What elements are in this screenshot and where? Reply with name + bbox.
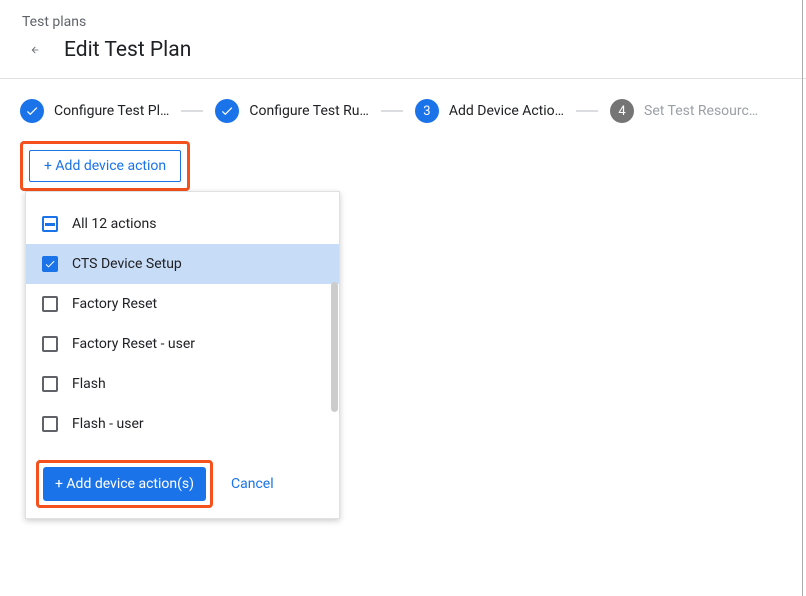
- list-header-all-actions[interactable]: All 12 actions: [26, 204, 339, 244]
- content-area: + Add device action All 12 actions CTS D…: [0, 141, 806, 191]
- step-number-icon: 3: [415, 99, 439, 123]
- checkbox-icon[interactable]: [42, 416, 58, 432]
- list-item-label: Factory Reset - user: [72, 336, 195, 352]
- checkbox-icon[interactable]: [42, 296, 58, 312]
- step-number-icon: 4: [610, 99, 634, 123]
- step-add-device-action[interactable]: 3 Add Device Actio…: [415, 99, 564, 123]
- step-label: Configure Test Pl…: [54, 103, 169, 119]
- step-connector: [181, 110, 203, 112]
- popup-actions: + Add device action(s) Cancel: [26, 450, 339, 518]
- check-icon: [20, 99, 44, 123]
- list-item-label: CTS Device Setup: [72, 256, 182, 272]
- step-configure-test-plan[interactable]: Configure Test Pl…: [20, 99, 169, 123]
- list-item-flash-user[interactable]: Flash - user: [26, 404, 339, 444]
- step-connector: [576, 110, 598, 112]
- page-title: Edit Test Plan: [64, 38, 191, 62]
- step-label: Set Test Resourc…: [644, 103, 758, 119]
- list-item-cts-device-setup[interactable]: CTS Device Setup: [26, 244, 339, 284]
- checkbox-indeterminate-icon[interactable]: [42, 216, 58, 232]
- checkbox-icon[interactable]: [42, 376, 58, 392]
- scrollbar-thumb[interactable]: [331, 282, 338, 412]
- window-border: [802, 0, 803, 596]
- step-label: Configure Test Ru…: [249, 103, 369, 119]
- list-item-factory-reset-user[interactable]: Factory Reset - user: [26, 324, 339, 364]
- back-arrow-icon[interactable]: [20, 40, 40, 60]
- device-action-popup: All 12 actions CTS Device Setup Factory …: [25, 191, 340, 519]
- add-device-actions-confirm-button[interactable]: + Add device action(s): [43, 467, 206, 501]
- list-item-label: Flash: [72, 376, 106, 392]
- step-connector: [381, 110, 403, 112]
- step-label: Add Device Actio…: [449, 103, 564, 119]
- cancel-button[interactable]: Cancel: [231, 476, 274, 492]
- action-list: All 12 actions CTS Device Setup Factory …: [26, 192, 339, 450]
- checkbox-checked-icon[interactable]: [42, 256, 58, 272]
- checkbox-icon[interactable]: [42, 336, 58, 352]
- add-device-action-button[interactable]: + Add device action: [29, 150, 181, 182]
- list-item-label: Factory Reset: [72, 296, 157, 312]
- topbar: Test plans Edit Test Plan: [0, 0, 806, 62]
- highlight-add-device-action: + Add device action: [20, 141, 190, 191]
- highlight-add-device-actions: + Add device action(s): [36, 460, 213, 508]
- list-item-factory-reset[interactable]: Factory Reset: [26, 284, 339, 324]
- check-icon: [215, 99, 239, 123]
- step-set-test-resource[interactable]: 4 Set Test Resourc…: [610, 99, 758, 123]
- list-header-label: All 12 actions: [72, 216, 157, 232]
- step-configure-test-run[interactable]: Configure Test Ru…: [215, 99, 369, 123]
- list-item-label: Flash - user: [72, 416, 144, 432]
- title-row: Edit Test Plan: [20, 38, 786, 62]
- stepper: Configure Test Pl… Configure Test Ru… 3 …: [0, 79, 806, 141]
- breadcrumb[interactable]: Test plans: [20, 14, 786, 30]
- list-item-flash[interactable]: Flash: [26, 364, 339, 404]
